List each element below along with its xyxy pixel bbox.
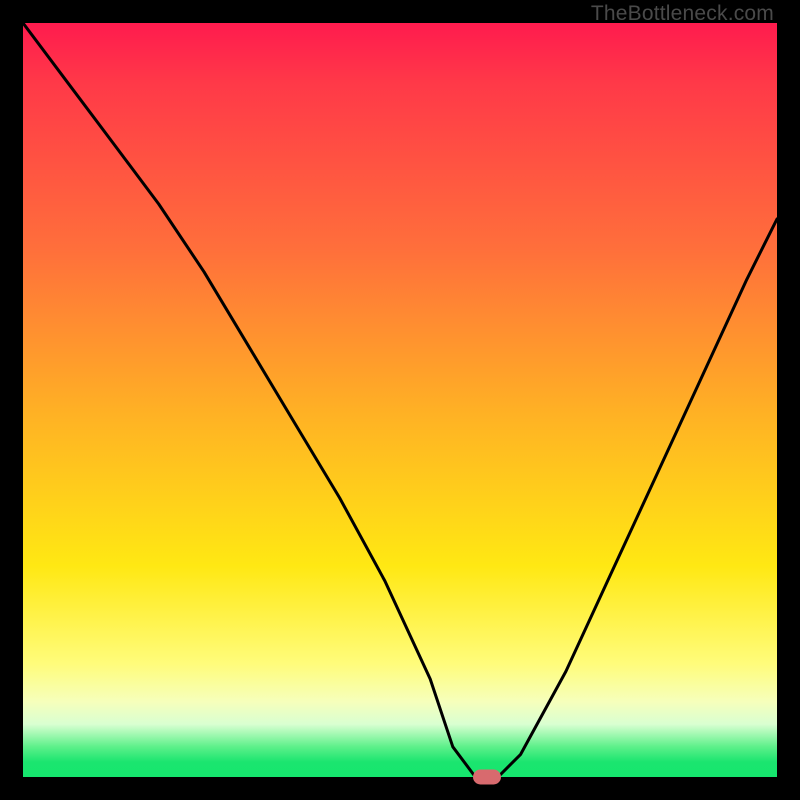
chart-plot-area [23,23,777,777]
bottleneck-curve [23,23,777,777]
optimum-marker [473,770,501,785]
